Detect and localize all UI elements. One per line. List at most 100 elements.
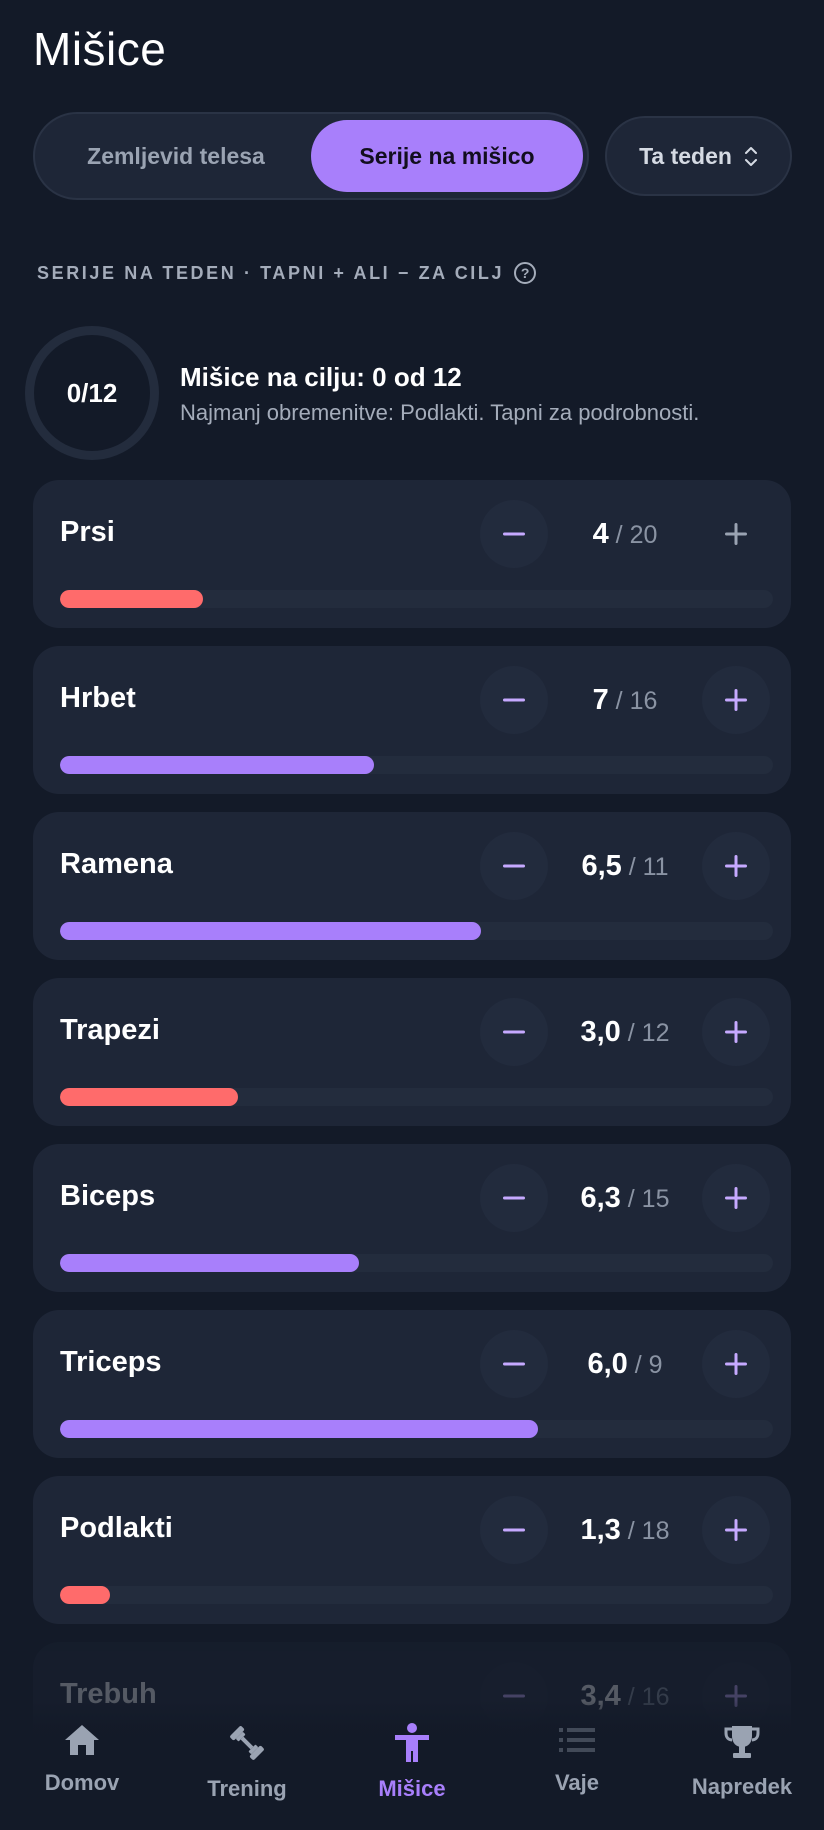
decrease-button[interactable]: [480, 666, 548, 734]
increase-button[interactable]: [702, 666, 770, 734]
muscle-name: Biceps: [60, 1180, 156, 1212]
nav-item-progress[interactable]: Napredek: [662, 1722, 822, 1800]
minus-icon: [503, 1694, 525, 1698]
muscle-name: Trapezi: [60, 1014, 160, 1046]
increase-button[interactable]: [702, 998, 770, 1066]
sets-target: 20: [629, 521, 658, 549]
sets-separator: /: [608, 687, 630, 715]
muscle-name: Triceps: [60, 1346, 162, 1378]
muscle-name: Prsi: [60, 516, 115, 548]
decrease-button[interactable]: [480, 998, 548, 1066]
plus-icon: [725, 689, 747, 711]
nav-item-training[interactable]: Trening: [167, 1722, 327, 1802]
nav-item-muscles[interactable]: Mišice: [332, 1722, 492, 1802]
nav-label-exercises: Vaje: [554, 1770, 600, 1795]
sets-current: 3,0: [580, 1016, 621, 1048]
increase-button[interactable]: [702, 1330, 770, 1398]
muscle-card[interactable]: Trapezi 3,0 / 12: [33, 978, 791, 1126]
muscle-card[interactable]: Triceps 6,0 / 9: [33, 1310, 791, 1458]
progress-track: [60, 590, 773, 608]
progress-fill: [60, 1254, 360, 1272]
home-icon: [65, 1725, 99, 1755]
decrease-button[interactable]: [480, 500, 548, 568]
progress-track: [60, 1586, 773, 1604]
minus-icon: [503, 1030, 525, 1034]
sets-counter: 6,0 / 9: [553, 1348, 697, 1381]
sets-separator: /: [608, 521, 630, 549]
progress-ring-text: 0/12: [66, 377, 118, 408]
increase-button[interactable]: [702, 1164, 770, 1232]
muscle-name: Podlakti: [60, 1512, 173, 1544]
muscle-name: Hrbet: [60, 682, 136, 714]
sets-counter: 3,0 / 12: [553, 1016, 697, 1049]
progress-fill: [60, 1586, 110, 1604]
minus-icon: [503, 698, 525, 702]
plus-icon: [725, 1187, 747, 1209]
progress-track: [60, 922, 773, 940]
body-icon: [395, 1723, 429, 1762]
sets-counter: 4 / 20: [553, 518, 697, 551]
sets-target: 18: [641, 1517, 670, 1545]
chevron-up-down-icon: [744, 146, 758, 167]
muscle-card[interactable]: Hrbet 7 / 16: [33, 646, 791, 794]
muscle-card[interactable]: Prsi 4 / 20: [33, 480, 791, 628]
nav-label-training: Trening: [207, 1776, 287, 1801]
nav-label-muscles: Mišice: [378, 1776, 446, 1801]
sets-counter: 7 / 16: [553, 684, 697, 717]
plus-icon: [725, 855, 747, 877]
progress-fill: [60, 756, 374, 774]
sets-target: 16: [629, 687, 658, 715]
range-select[interactable]: Ta teden: [605, 116, 792, 196]
plus-icon: [725, 523, 747, 545]
nav-item-exercises[interactable]: Vaje: [497, 1722, 657, 1796]
summary-title: Mišice na cilju: 0 od 12: [180, 362, 462, 392]
sets-separator: /: [620, 1517, 642, 1545]
sets-target: 11: [642, 853, 669, 881]
sets-target: 15: [641, 1185, 670, 1213]
plus-icon: [725, 1021, 747, 1043]
sets-current: 6,3: [580, 1182, 621, 1214]
plus-icon: [725, 1353, 747, 1375]
increase-button[interactable]: [702, 500, 770, 568]
nav-label-progress: Napredek: [691, 1774, 793, 1799]
progress-fill: [60, 1088, 239, 1106]
dumbbell-icon: [230, 1726, 264, 1760]
sets-current: 6,0: [587, 1348, 628, 1380]
increase-button[interactable]: [702, 832, 770, 900]
sets-counter: 6,3 / 15: [553, 1182, 697, 1215]
range-select-value: Ta teden: [639, 142, 732, 169]
sets-current: 6,5: [581, 850, 622, 882]
nav-item-home[interactable]: Domov: [2, 1722, 162, 1796]
trophy-icon: [724, 1726, 760, 1758]
muscle-card[interactable]: Ramena 6,5 / 11: [33, 812, 791, 960]
sets-current: 1,3: [580, 1514, 621, 1546]
section-label-text: SERIJE NA TEDEN · TAPNI + ALI − ZA CILJ: [37, 262, 505, 283]
progress-track: [60, 1420, 773, 1438]
muscle-card[interactable]: Podlakti 1,3 / 18: [33, 1476, 791, 1624]
progress-track: [60, 1254, 773, 1272]
decrease-button[interactable]: [480, 1164, 548, 1232]
decrease-button[interactable]: [480, 832, 548, 900]
minus-icon: [503, 1196, 525, 1200]
tab-sets-per-muscle[interactable]: Serije na mišico: [311, 120, 583, 192]
list-icon: [559, 1728, 595, 1752]
tab-body-map[interactable]: Zemljevid telesa: [41, 120, 311, 192]
decrease-button[interactable]: [480, 1330, 548, 1398]
page-title: Mišice: [33, 23, 167, 75]
minus-icon: [503, 864, 525, 868]
sets-separator: /: [620, 1019, 642, 1047]
minus-icon: [503, 1528, 525, 1532]
muscle-card[interactable]: Biceps 6,3 / 15: [33, 1144, 791, 1292]
increase-button[interactable]: [702, 1496, 770, 1564]
nav-label-home: Domov: [44, 1770, 120, 1795]
help-circle-icon[interactable]: ?: [514, 262, 537, 284]
target-summary[interactable]: 0/12 Mišice na cilju: 0 od 12 Najmanj ob…: [25, 326, 805, 460]
muscle-name: Ramena: [60, 848, 173, 880]
sets-target: 12: [641, 1019, 670, 1047]
minus-icon: [503, 532, 525, 536]
decrease-button[interactable]: [480, 1496, 548, 1564]
progress-track: [60, 756, 773, 774]
sets-current: 4: [592, 518, 609, 550]
sets-separator: /: [627, 1351, 649, 1379]
summary-subtitle: Najmanj obremenitve: Podlakti. Tapni za …: [180, 400, 700, 425]
